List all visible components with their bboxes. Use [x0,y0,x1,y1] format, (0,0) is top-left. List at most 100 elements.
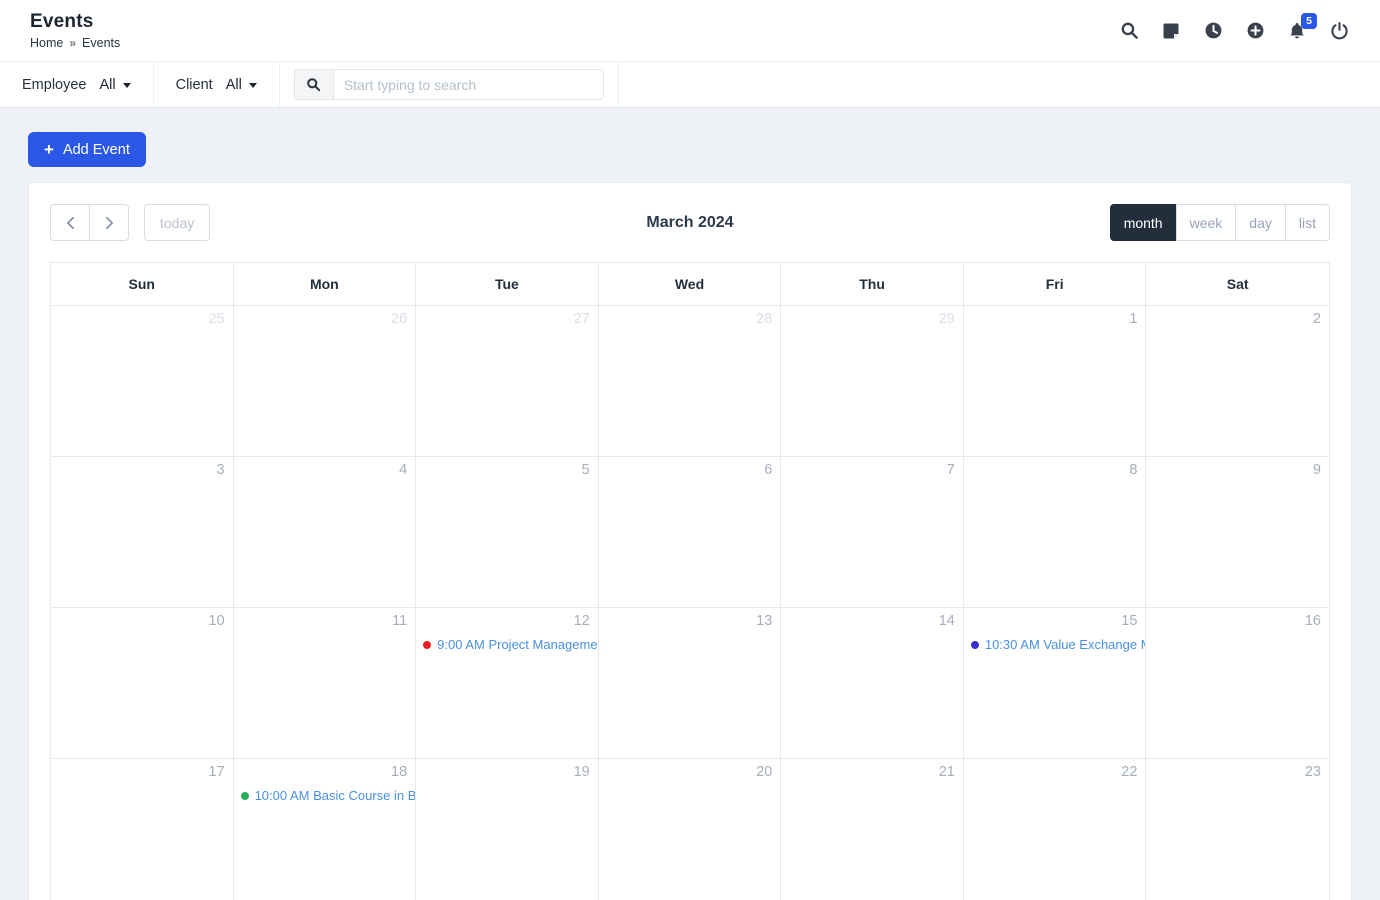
day-cell-12[interactable]: 12 9:00 AM Project Management [416,608,599,759]
day-number: 8 [1129,462,1138,478]
day-cell-1[interactable]: 1 [963,306,1147,457]
day-number: 19 [573,764,590,780]
day-number: 1 [1129,311,1138,327]
day-number: 14 [938,613,955,629]
breadcrumb: Home » Events [30,36,120,50]
breadcrumb-home[interactable]: Home [30,36,63,50]
notes-icon[interactable] [1160,20,1182,42]
day-number: 7 [946,462,955,478]
add-event-button[interactable]: + Add Event [28,132,146,167]
day-header-mon: Mon [233,263,417,306]
navbar-icons: 5 [1118,12,1360,42]
day-cell-10[interactable]: 10 [51,608,234,759]
day-number: 25 [208,311,225,327]
event-dot-icon [423,640,432,649]
day-cell-26[interactable]: 26 [233,306,417,457]
event-title: 10:30 AM Value Exchange Mee [984,637,1146,652]
day-cell-2[interactable]: 2 [1146,306,1329,457]
day-number: 4 [399,462,408,478]
bell-icon[interactable]: 5 [1286,12,1317,42]
view-button-month[interactable]: month [1109,204,1177,241]
search-icon[interactable] [1118,20,1140,42]
event-title: 9:00 AM Project Management [437,637,598,652]
chevron-down-icon [248,83,257,88]
event-title: 10:00 AM Basic Course in Bio [254,788,416,803]
day-cell-8[interactable]: 8 [963,457,1147,608]
day-cell-4[interactable]: 4 [233,457,417,608]
day-number: 10 [208,613,225,629]
calendar-event[interactable]: 9:00 AM Project Management [416,637,598,652]
day-cell-18[interactable]: 18 10:00 AM Basic Course in Bio [233,759,417,900]
power-icon[interactable] [1328,20,1350,42]
employee-filter-dropdown[interactable]: All [99,76,131,93]
chevron-down-icon [122,83,131,88]
client-filter-dropdown[interactable]: All [226,77,257,93]
notification-badge: 5 [1301,12,1317,29]
day-number: 12 [573,613,590,629]
day-number: 18 [391,764,408,780]
view-button-day[interactable]: day [1235,204,1286,241]
view-button-list[interactable]: list [1284,204,1330,241]
day-number: 3 [216,462,225,478]
plus-icon: + [44,139,54,159]
calendar-event[interactable]: 10:30 AM Value Exchange Mee [964,637,1146,652]
calendar-grid: Sun Mon Tue Wed Thu Fri Sat 25 26 27 28 29 1 2 3 4 5 6 7 8 9… [50,262,1330,900]
day-number: 23 [1304,764,1321,780]
plus-circle-icon[interactable] [1244,20,1266,42]
day-cell-16[interactable]: 16 [1146,608,1329,759]
employee-filter-group: Employee All [0,62,154,107]
day-cell-15[interactable]: 15 10:30 AM Value Exchange Mee [963,608,1147,759]
day-number: 5 [581,462,590,478]
day-cell-20[interactable]: 20 [598,759,782,900]
chevron-left-icon [66,216,74,229]
prev-button[interactable] [50,204,90,241]
client-filter-value: All [225,76,242,93]
day-cell-9[interactable]: 9 [1146,457,1329,608]
day-cell-3[interactable]: 3 [51,457,234,608]
day-cell-6[interactable]: 6 [598,457,782,608]
day-cell-27[interactable]: 27 [416,306,599,457]
filter-bar: Employee All Client All [0,62,1380,108]
add-event-label: Add Event [62,141,130,158]
day-number: 28 [756,311,773,327]
day-cell-29[interactable]: 29 [781,306,964,457]
day-cell-28[interactable]: 28 [598,306,782,457]
day-header-tue: Tue [416,263,599,306]
search-icon [307,78,321,92]
search-input[interactable] [332,69,604,100]
top-navbar: Events Home » Events 5 [0,0,1380,62]
day-number: 21 [938,764,955,780]
day-number: 20 [756,764,773,780]
view-button-week[interactable]: week [1175,204,1237,241]
page-title: Events [30,11,94,32]
day-number: 29 [938,311,955,327]
day-cell-25[interactable]: 25 [51,306,234,457]
day-number: 11 [392,613,408,629]
day-cell-19[interactable]: 19 [416,759,599,900]
day-cell-13[interactable]: 13 [598,608,782,759]
search-group [280,62,619,107]
search-addon [293,69,333,100]
day-cell-17[interactable]: 17 [51,759,234,900]
day-cell-14[interactable]: 14 [781,608,964,759]
day-number: 15 [1121,613,1138,629]
day-cell-22[interactable]: 22 [963,759,1147,900]
day-number: 16 [1304,613,1321,629]
day-cell-5[interactable]: 5 [416,457,599,608]
clock-icon[interactable] [1202,20,1224,42]
employee-filter-label: Employee [22,76,87,93]
day-cell-21[interactable]: 21 [781,759,964,900]
employee-filter-value: All [99,76,116,93]
calendar-event[interactable]: 10:00 AM Basic Course in Bio [234,788,416,803]
day-number: 13 [756,613,773,629]
day-number: 17 [208,764,225,780]
day-cell-7[interactable]: 7 [781,457,964,608]
today-button[interactable]: today [144,204,211,241]
day-header-sat: Sat [1146,263,1329,306]
main-content: + Add Event today March 2024 month week da… [0,108,1380,900]
day-cell-23[interactable]: 23 [1146,759,1329,900]
next-button[interactable] [89,204,129,241]
client-filter-group: Client All [154,62,280,107]
page-header: Events Home » Events [30,11,120,50]
day-cell-11[interactable]: 11 [233,608,417,759]
